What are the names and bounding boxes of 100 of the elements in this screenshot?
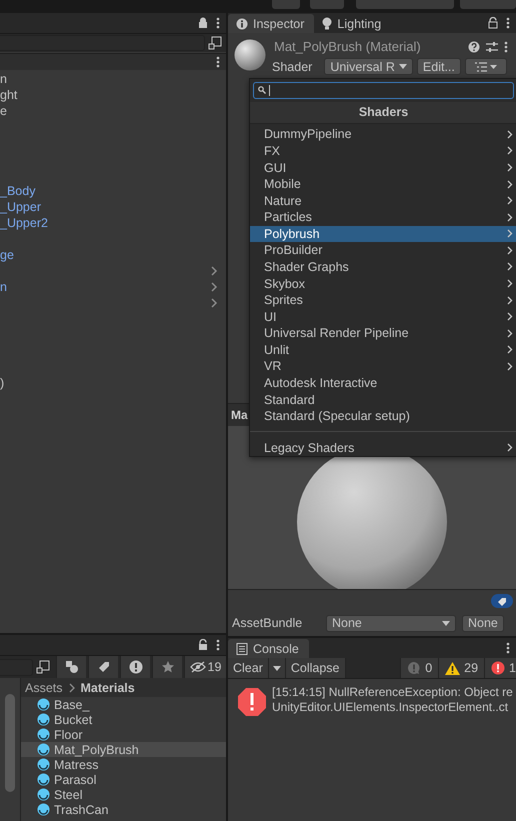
panel-tab[interactable]: Inspector — [228, 14, 314, 33]
error-icon — [491, 661, 506, 675]
speech-bubble-icon — [407, 661, 422, 675]
more-icon[interactable] — [216, 17, 220, 29]
breadcrumb-link[interactable]: Assets — [25, 680, 63, 694]
menu-item[interactable]: GUI — [250, 159, 516, 176]
caret-icon — [442, 620, 450, 626]
more-icon[interactable] — [506, 642, 510, 654]
hierarchy-item[interactable]: ge — [0, 248, 14, 262]
material-icon — [37, 713, 50, 726]
sliders-icon[interactable] — [486, 40, 498, 52]
asset-item[interactable]: Base_ — [21, 697, 226, 712]
panel-tab[interactable]: Console — [228, 639, 309, 658]
asset-item[interactable]: Mat_PolyBrush — [21, 742, 226, 757]
info-icon — [236, 18, 248, 30]
menu-item[interactable]: DummyPipeline — [250, 126, 516, 143]
menu-item[interactable]: ProBuilder — [250, 242, 516, 259]
search-field[interactable] — [253, 82, 514, 99]
shader-dropdown[interactable]: Universal R — [324, 58, 413, 75]
scrollbar[interactable] — [5, 694, 15, 792]
menu-item[interactable]: Unlit — [250, 342, 516, 358]
menu-item[interactable]: Particles — [250, 208, 516, 226]
error-count-button[interactable]: 1 — [484, 658, 516, 678]
asset-item[interactable]: Parasol — [21, 772, 226, 787]
asset-item[interactable]: Matress — [21, 757, 226, 772]
asset-bundle-label: AssetBundle — [232, 616, 304, 630]
warning-count-button[interactable]: 29 — [438, 658, 484, 678]
hierarchy-item[interactable]: ght — [0, 88, 18, 102]
more-icon[interactable] — [504, 40, 508, 52]
material-icon — [37, 773, 50, 786]
lock-icon[interactable] — [198, 639, 208, 651]
menu-item[interactable]: Universal Render Pipeline — [250, 325, 516, 342]
menu-item[interactable]: Nature — [250, 192, 516, 209]
clear-options-button[interactable] — [268, 658, 286, 678]
more-icon[interactable] — [216, 639, 220, 651]
lock-icon[interactable] — [198, 17, 208, 29]
asset-item[interactable]: TrashCan — [21, 802, 226, 817]
hierarchy-item[interactable]: n — [0, 72, 7, 86]
eye-crossed-icon — [190, 661, 206, 673]
star-icon — [160, 660, 174, 674]
tag-filter-button[interactable] — [88, 656, 118, 678]
warning-icon — [445, 662, 460, 674]
material-icon — [37, 803, 50, 816]
menu-header: Shaders — [250, 102, 516, 124]
clear-button[interactable]: Clear — [228, 658, 269, 678]
hierarchy-item[interactable]: _Body — [0, 184, 36, 198]
hierarchy-item[interactable]: _Upper — [0, 200, 41, 214]
menu-item[interactable]: Legacy Shaders — [250, 439, 516, 456]
expand-icon[interactable] — [36, 660, 50, 674]
list-dropdown[interactable] — [464, 58, 507, 75]
menu-item[interactable]: Standard — [250, 391, 516, 408]
preview-title: Ma — [231, 408, 248, 422]
error-icon — [238, 688, 266, 716]
more-icon[interactable] — [216, 56, 220, 68]
menu-item[interactable]: FX — [250, 142, 516, 160]
shapes-filter-button[interactable] — [56, 656, 86, 678]
variant-dropdown[interactable]: None — [462, 614, 504, 632]
asset-label-icon[interactable] — [491, 594, 513, 608]
asset-bundle-dropdown[interactable]: None — [326, 614, 456, 632]
collapse-button[interactable]: Collapse — [286, 658, 346, 678]
hierarchy-item[interactable]: ) — [0, 376, 4, 390]
info-count-button[interactable]: 0 — [400, 658, 438, 678]
menu-item[interactable]: Skybox — [250, 275, 516, 292]
asset-item[interactable]: Steel — [21, 787, 226, 802]
lock-icon[interactable] — [488, 17, 498, 29]
asset-item[interactable]: Floor — [21, 727, 226, 742]
hierarchy-item[interactable]: _Upper2 — [0, 216, 48, 230]
menu-item[interactable]: Autodesk Interactive — [250, 374, 516, 392]
menu-item[interactable]: Standard (Specular setup) — [250, 408, 516, 424]
hidden-count-button[interactable]: 19 — [184, 656, 226, 678]
tag-icon — [96, 660, 110, 674]
panel-tab[interactable]: Lighting — [314, 14, 392, 33]
menu-item[interactable]: Sprites — [250, 292, 516, 308]
breadcrumb-link[interactable]: Materials — [80, 680, 135, 694]
shader-label: Shader — [272, 60, 312, 74]
menu-item[interactable]: UI — [250, 308, 516, 326]
material-icon — [37, 728, 50, 741]
material-icon — [37, 743, 50, 756]
hierarchy-item[interactable]: n — [0, 280, 7, 294]
list-icon — [474, 62, 497, 72]
menu-item[interactable]: Polybrush — [250, 226, 516, 242]
light-bulb-icon — [322, 17, 332, 30]
edit-button[interactable]: Edit... — [416, 58, 461, 75]
asset-item[interactable]: Bucket — [21, 712, 226, 727]
search-field[interactable] — [0, 35, 205, 51]
material-icon — [37, 698, 50, 711]
favorite-filter-button[interactable] — [152, 656, 182, 678]
warning-filter-button[interactable] — [120, 656, 150, 678]
menu-item[interactable]: VR — [250, 358, 516, 375]
log-message[interactable]: [15:14:15] NullReferenceException: Object re — [272, 685, 516, 700]
caret-icon — [272, 666, 281, 670]
material-icon — [37, 758, 50, 771]
more-icon[interactable] — [506, 17, 510, 29]
material-title: Mat_PolyBrush (Material) — [274, 39, 421, 54]
menu-item[interactable]: Mobile — [250, 176, 516, 192]
help-icon[interactable] — [468, 40, 480, 52]
log-message[interactable]: UnityEditor.UIElements.InspectorElement..ct — [272, 700, 516, 715]
menu-item[interactable]: Shader Graphs — [250, 258, 516, 276]
expand-icon[interactable] — [208, 36, 222, 50]
hierarchy-item[interactable]: e — [0, 104, 7, 118]
